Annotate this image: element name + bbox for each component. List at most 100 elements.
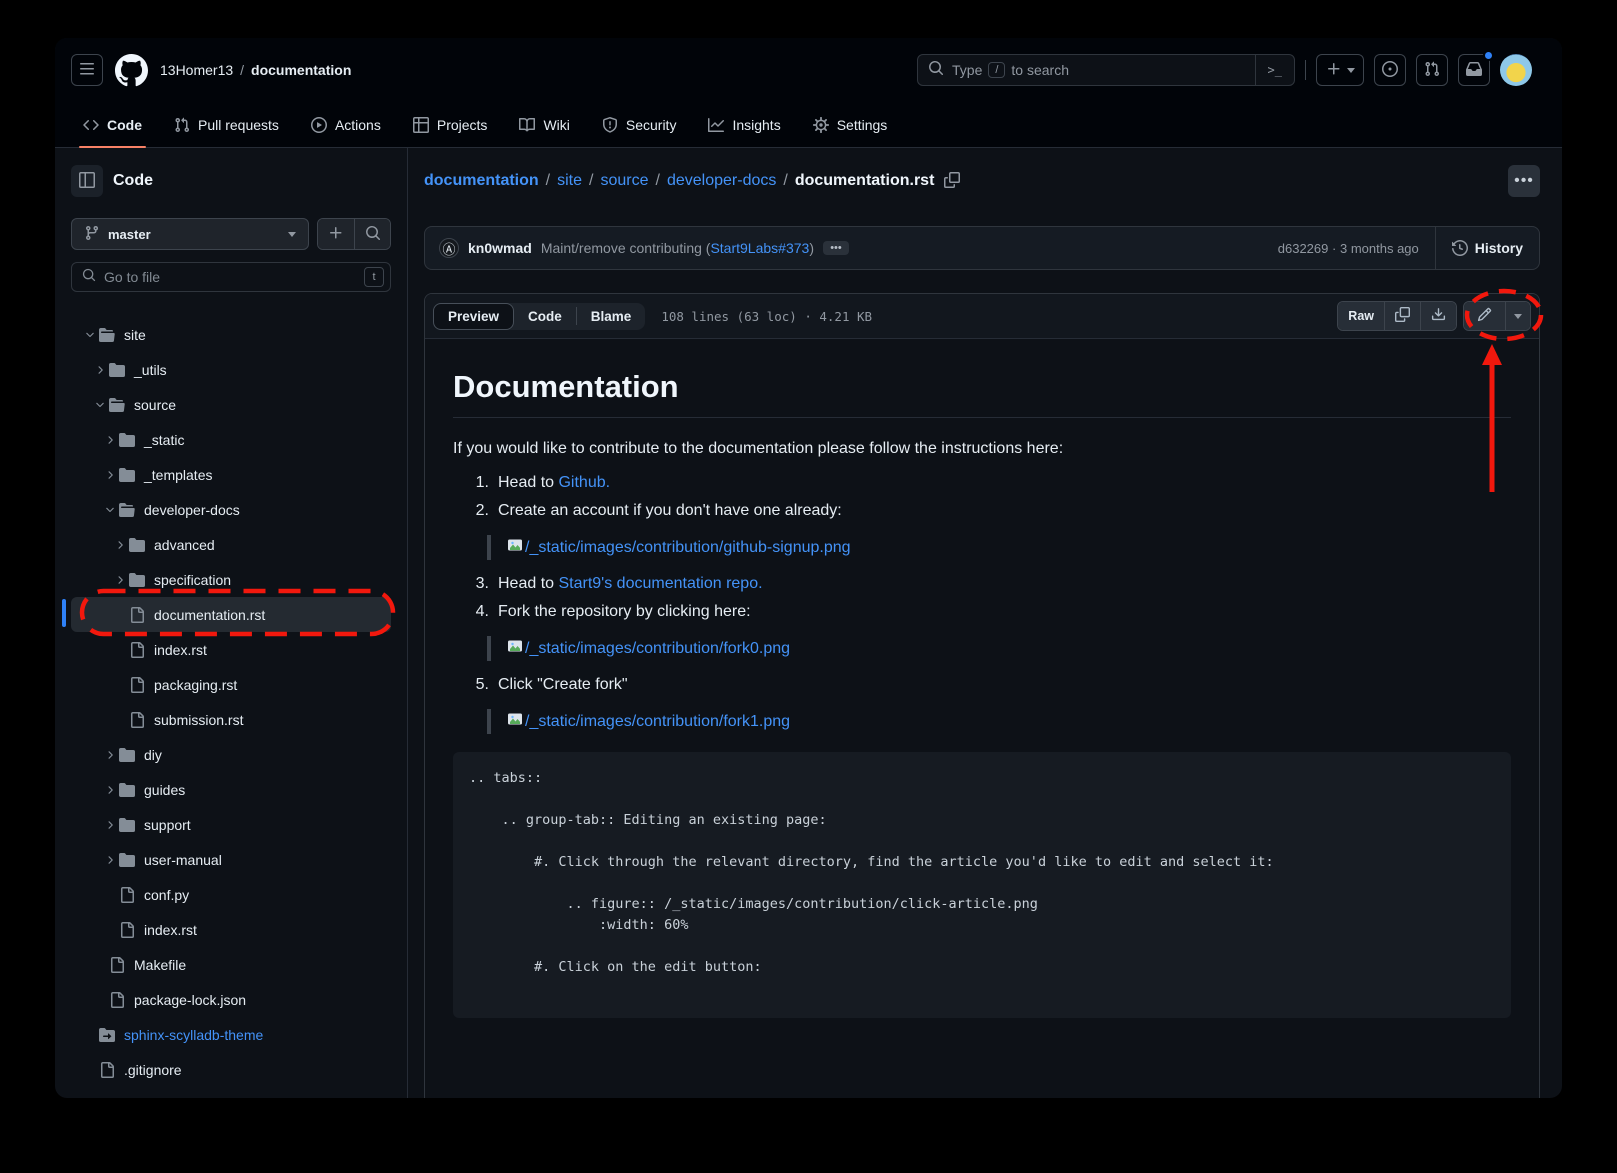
- issues-button[interactable]: [1374, 54, 1406, 86]
- github-logo-icon[interactable]: [115, 54, 148, 87]
- view-tab-code[interactable]: Code: [514, 304, 576, 329]
- tree-item-specification[interactable]: specification: [71, 562, 391, 597]
- file-icon: [119, 922, 135, 938]
- tab-label: Insights: [732, 117, 780, 133]
- pencil-icon: [1477, 307, 1492, 325]
- tab-label: Wiki: [543, 117, 569, 133]
- go-to-file-placeholder: Go to file: [104, 269, 160, 285]
- sidebar-panel-icon: [79, 172, 95, 191]
- raw-button[interactable]: Raw: [1338, 302, 1384, 330]
- more-options-button[interactable]: •••: [1508, 165, 1540, 197]
- instruction-step: 1.Head to Github.: [471, 474, 1511, 492]
- branch-selector[interactable]: master: [71, 218, 309, 250]
- tree-item-static[interactable]: _static: [71, 422, 391, 457]
- copy-path-button[interactable]: [944, 172, 960, 191]
- tab-insights[interactable]: Insights: [696, 102, 792, 147]
- folder-open-icon: [99, 327, 115, 343]
- tree-item-label: advanced: [154, 537, 215, 553]
- copy-raw-button[interactable]: [1384, 302, 1420, 330]
- tree-item-sphinx-scylladb-theme[interactable]: sphinx-scylladb-theme: [71, 1017, 391, 1052]
- tree-item-diy[interactable]: diy: [71, 737, 391, 772]
- step-text: Head to Github.: [498, 474, 610, 492]
- command-palette-icon[interactable]: >_: [1255, 55, 1294, 85]
- edit-options-dropdown[interactable]: [1505, 302, 1530, 330]
- global-search-input[interactable]: Type / to search >_: [917, 54, 1295, 86]
- edit-file-button[interactable]: [1464, 302, 1505, 330]
- commit-pr-link[interactable]: Start9Labs#373: [710, 240, 809, 256]
- tree-item-index-rst[interactable]: index.rst: [71, 912, 391, 947]
- chevron-down-icon: [1514, 314, 1522, 319]
- tree-item-label: conf.py: [144, 887, 189, 903]
- repo-name-link[interactable]: documentation: [251, 62, 351, 78]
- file-icon: [129, 607, 145, 623]
- search-placeholder: Type: [952, 62, 982, 78]
- user-avatar[interactable]: [1500, 54, 1532, 86]
- tree-item-makefile[interactable]: Makefile: [71, 947, 391, 982]
- broken-image-link[interactable]: /_static/images/contribution/fork1.png: [507, 711, 790, 732]
- tree-item-guides[interactable]: guides: [71, 772, 391, 807]
- pull-requests-button[interactable]: [1416, 54, 1448, 86]
- tab-pull-requests[interactable]: Pull requests: [162, 102, 291, 147]
- commit-author-link[interactable]: kn0wmad: [468, 240, 532, 256]
- step-link[interactable]: Github.: [558, 474, 610, 491]
- actions-icon: [311, 117, 327, 133]
- tree-item-gitignore[interactable]: .gitignore: [71, 1052, 391, 1087]
- tree-item-label: Makefile: [134, 957, 186, 973]
- hamburger-icon: [79, 61, 95, 80]
- tree-item-utils[interactable]: _utils: [71, 352, 391, 387]
- tab-code[interactable]: Code: [71, 102, 154, 147]
- view-tab-blame[interactable]: Blame: [577, 304, 646, 329]
- tree-item-index-rst[interactable]: index.rst: [71, 632, 391, 667]
- instruction-step: 2.Create an account if you don't have on…: [471, 502, 1511, 520]
- tree-item-source[interactable]: source: [71, 387, 391, 422]
- tree-item-documentation-rst[interactable]: documentation.rst: [71, 597, 391, 632]
- tab-projects[interactable]: Projects: [401, 102, 500, 147]
- add-file-button[interactable]: [318, 219, 354, 249]
- expand-commit-message-button[interactable]: •••: [823, 241, 849, 255]
- tree-item-templates[interactable]: _templates: [71, 457, 391, 492]
- tab-wiki[interactable]: Wiki: [507, 102, 581, 147]
- tab-label: Actions: [335, 117, 381, 133]
- view-tab-preview[interactable]: Preview: [433, 303, 514, 330]
- tab-actions[interactable]: Actions: [299, 102, 393, 147]
- history-button[interactable]: History: [1435, 227, 1539, 269]
- chevron-down-icon: [81, 329, 99, 341]
- tree-item-developer-docs[interactable]: developer-docs: [71, 492, 391, 527]
- main-content: documentation/site/source/developer-docs…: [408, 148, 1562, 1098]
- breadcrumb-segment-site[interactable]: site: [557, 172, 582, 190]
- tree-item-conf-py[interactable]: conf.py: [71, 877, 391, 912]
- tree-item-support[interactable]: support: [71, 807, 391, 842]
- tree-item-user-manual[interactable]: user-manual: [71, 842, 391, 877]
- plus-icon: [328, 225, 344, 244]
- download-raw-button[interactable]: [1420, 302, 1456, 330]
- create-new-button[interactable]: [1316, 54, 1364, 86]
- go-to-file-input[interactable]: Go to file t: [71, 262, 391, 292]
- broken-image-link[interactable]: /_static/images/contribution/fork0.png: [507, 638, 790, 659]
- step-link[interactable]: Start9's documentation repo.: [558, 575, 762, 592]
- step-text: Fork the repository by clicking here:: [498, 603, 751, 621]
- breadcrumb-segment-developer-docs[interactable]: developer-docs: [667, 172, 776, 190]
- tree-item-label: sphinx-scylladb-theme: [124, 1027, 263, 1043]
- tree-item-packaging-rst[interactable]: packaging.rst: [71, 667, 391, 702]
- broken-image-link[interactable]: /_static/images/contribution/github-sign…: [507, 537, 851, 558]
- breadcrumb-segment-documentation[interactable]: documentation: [424, 172, 539, 190]
- breadcrumb-segment-source[interactable]: source: [600, 172, 648, 190]
- tree-item-site[interactable]: site: [71, 317, 391, 352]
- tree-item-package-lock-json[interactable]: package-lock.json: [71, 982, 391, 1017]
- commit-author-avatar[interactable]: Ⓐ: [439, 238, 459, 258]
- tree-item-label: .gitignore: [124, 1062, 182, 1078]
- chevron-right-icon: [101, 819, 119, 831]
- tab-security[interactable]: Security: [590, 102, 689, 147]
- tree-item-submission-rst[interactable]: submission.rst: [71, 702, 391, 737]
- collapse-sidebar-button[interactable]: [71, 165, 103, 197]
- browser-window: 13Homer13 / documentation Type / to sear…: [55, 38, 1562, 1098]
- tree-item-advanced[interactable]: advanced: [71, 527, 391, 562]
- search-this-repo-button[interactable]: [354, 219, 390, 249]
- commit-sha-and-time: d632269 · 3 months ago: [1278, 241, 1435, 256]
- plus-icon: [1326, 61, 1342, 80]
- tab-settings[interactable]: Settings: [801, 102, 900, 147]
- tab-label: Projects: [437, 117, 488, 133]
- hamburger-menu-button[interactable]: [71, 54, 103, 86]
- repo-owner-link[interactable]: 13Homer13: [160, 62, 233, 78]
- search-icon: [928, 60, 944, 81]
